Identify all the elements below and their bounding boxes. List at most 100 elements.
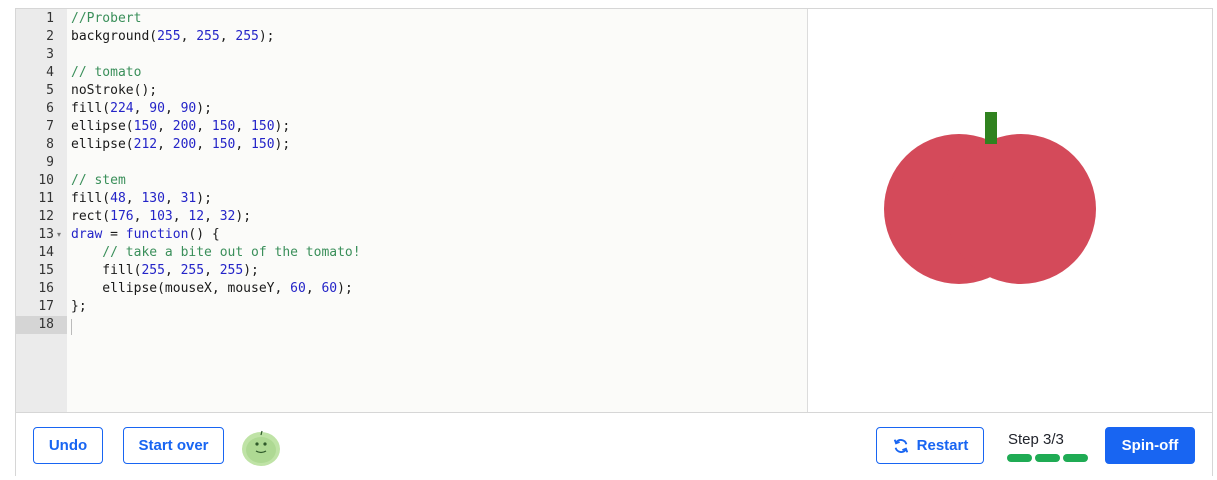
code-line[interactable]: noStroke();	[71, 82, 157, 100]
code-line[interactable]: };	[71, 298, 87, 316]
code-token: 150	[211, 119, 236, 134]
code-token: ,	[157, 119, 173, 134]
code-line[interactable]: rect(176, 103, 12, 32);	[71, 208, 251, 226]
step-progress-segment	[1035, 454, 1060, 462]
code-line[interactable]: // tomato	[71, 64, 141, 82]
code-line[interactable]: background(255, 255, 255);	[71, 28, 275, 46]
code-line[interactable]: fill(48, 130, 31);	[71, 190, 212, 208]
code-line[interactable]: // take a bite out of the tomato!	[71, 244, 360, 262]
code-token: );	[337, 281, 353, 296]
step-progress-bar	[1007, 454, 1088, 463]
code-token: 31	[180, 191, 197, 206]
code-token: =	[102, 227, 126, 242]
code-line[interactable]: ellipse(150, 200, 150, 150);	[71, 118, 290, 136]
line-number: 18	[38, 317, 54, 332]
line-number: 14	[38, 245, 54, 260]
code-token: ,	[180, 29, 197, 44]
code-line[interactable]: ellipse(212, 200, 150, 150);	[71, 136, 290, 154]
code-token: 150	[251, 119, 275, 134]
code-token: ,	[164, 263, 181, 278]
code-line[interactable]: draw = function() {	[71, 226, 220, 244]
line-number-gutter: 1 2 3 4 5 6 7 8 9 10 11 12 13 ▾ 14 15 16 17 18	[16, 9, 67, 412]
code-token: );	[243, 263, 259, 278]
code-token: 90	[180, 101, 197, 116]
line-number: 13	[38, 227, 54, 242]
tomato-right-ellipse	[946, 134, 1096, 284]
line-number: 10	[38, 173, 54, 188]
code-line[interactable]: //Probert	[71, 10, 141, 28]
code-token: 48	[110, 191, 126, 206]
code-line[interactable]: ellipse(mouseX, mouseY, 60, 60);	[71, 280, 353, 298]
line-number: 15	[38, 263, 54, 278]
code-token: ,	[157, 137, 173, 152]
code-token: 32	[219, 209, 236, 224]
code-token: 12	[188, 209, 205, 224]
code-token: ellipse(	[71, 119, 134, 134]
code-editor[interactable]: 1 2 3 4 5 6 7 8 9 10 11 12 13 ▾ 14 15 16 17 18 //Probert ba…	[16, 9, 808, 412]
start-over-button[interactable]: Start over	[123, 427, 224, 464]
code-line[interactable]: fill(224, 90, 90);	[71, 100, 212, 118]
code-token: ellipse(mouseX, mouseY,	[71, 281, 291, 296]
code-token: ,	[164, 191, 181, 206]
restart-button[interactable]: Restart	[876, 427, 984, 464]
code-token: 200	[172, 119, 197, 134]
code-token: () {	[188, 227, 220, 242]
line-number: 12	[38, 209, 54, 224]
code-token: );	[274, 119, 291, 134]
line-number: 9	[46, 155, 54, 170]
code-token: ,	[196, 137, 212, 152]
code-token: ,	[133, 101, 150, 116]
code-token: ,	[204, 209, 220, 224]
fold-arrow-icon[interactable]: ▾	[57, 226, 61, 244]
code-token: ,	[235, 119, 252, 134]
code-line[interactable]: fill(255, 255, 255);	[71, 262, 259, 280]
code-token: //Probert	[71, 11, 142, 26]
canvas-drawing	[884, 112, 1096, 284]
code-token: 150	[211, 137, 236, 152]
code-token: 255	[157, 29, 181, 44]
code-token: );	[196, 101, 212, 116]
tomato-stem	[985, 112, 997, 144]
code-token: );	[235, 209, 252, 224]
line-number: 5	[46, 83, 54, 98]
code-token: ,	[305, 281, 322, 296]
code-token: ,	[172, 209, 189, 224]
code-token: 212	[133, 137, 158, 152]
code-token: );	[274, 137, 291, 152]
code-token: function	[125, 227, 189, 242]
code-token: 255	[235, 29, 259, 44]
code-line[interactable]: // stem	[71, 172, 126, 190]
code-token: // stem	[71, 173, 126, 188]
line-number: 17	[38, 299, 54, 314]
code-token: );	[196, 191, 212, 206]
code-token: ,	[196, 119, 212, 134]
code-token: 255	[180, 263, 205, 278]
code-token: };	[71, 299, 87, 314]
step-indicator: Step 3/3	[1008, 431, 1064, 448]
spin-off-button[interactable]: Spin-off	[1105, 427, 1195, 464]
line-number: 4	[46, 65, 54, 80]
code-token: draw	[71, 227, 103, 242]
code-token: ,	[219, 29, 236, 44]
code-token: fill(	[71, 263, 142, 278]
output-canvas[interactable]	[809, 9, 1212, 412]
code-token: 255	[141, 263, 165, 278]
line-number: 7	[46, 119, 54, 134]
code-token: 255	[196, 29, 220, 44]
code-token: rect(	[71, 209, 111, 224]
code-token: 176	[110, 209, 134, 224]
avatar-icon	[242, 430, 280, 466]
line-number: 1	[46, 11, 54, 26]
code-token: 150	[133, 119, 158, 134]
bottom-toolbar: Undo Start over Restart Step 3/3 Spin-of…	[16, 412, 1212, 476]
code-token: ellipse(	[71, 137, 134, 152]
code-token: 90	[149, 101, 165, 116]
code-token: ,	[204, 263, 220, 278]
code-token: 200	[172, 137, 197, 152]
undo-button[interactable]: Undo	[33, 427, 103, 464]
step-progress-segment	[1063, 454, 1088, 462]
code-token: 224	[110, 101, 134, 116]
code-token: 130	[141, 191, 165, 206]
code-token: 103	[149, 209, 173, 224]
line-number: 11	[38, 191, 54, 206]
